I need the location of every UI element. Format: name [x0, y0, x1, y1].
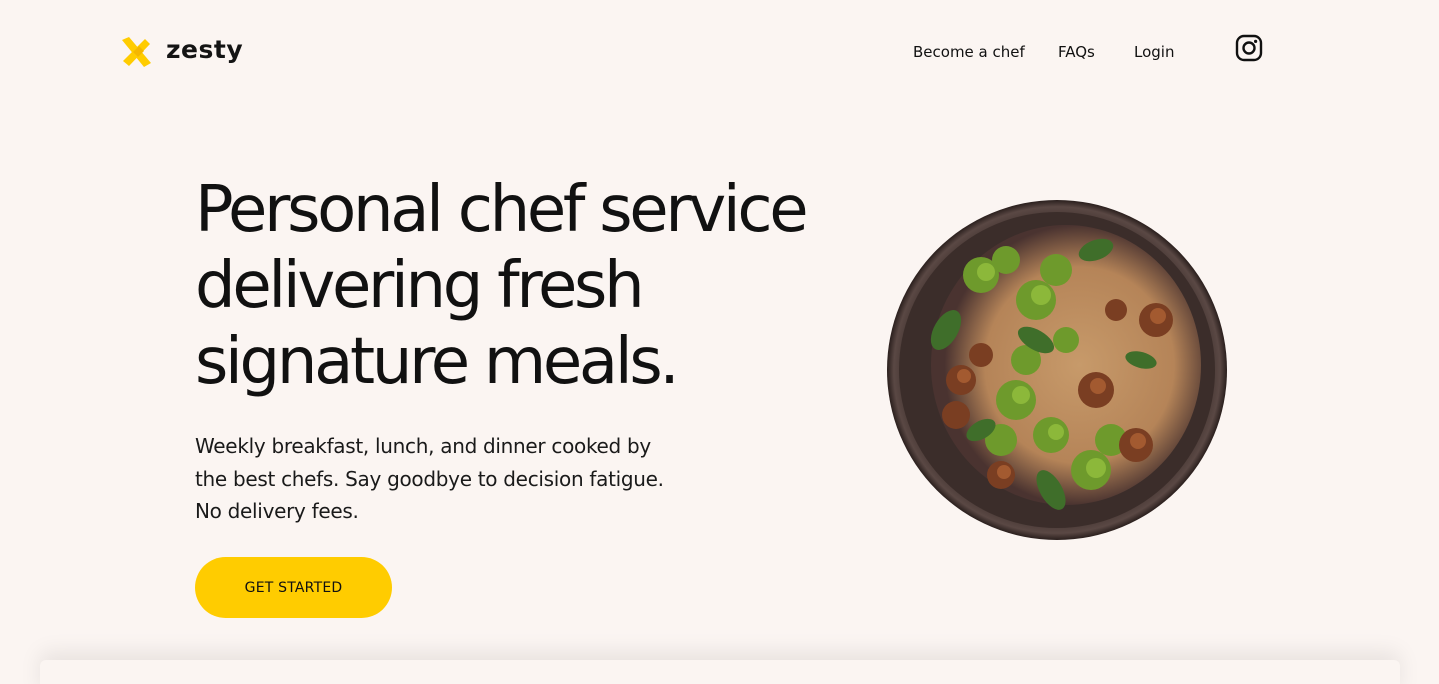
- brand-logo[interactable]: zesty: [119, 34, 243, 70]
- hero-subtitle-line: No delivery fees.: [195, 499, 359, 523]
- hero-title-line: Personal chef service: [195, 173, 809, 247]
- top-nav: zesty Become a chef FAQs Login: [0, 0, 1439, 100]
- hero-title-line: delivering fresh: [195, 249, 645, 323]
- hero-subtitle: Weekly breakfast, lunch, and dinner cook…: [195, 430, 695, 528]
- get-started-button[interactable]: GET STARTED: [195, 557, 392, 618]
- nav-faqs[interactable]: FAQs: [1058, 43, 1095, 61]
- hero-subtitle-line: the best chefs. Say goodbye to decision …: [195, 466, 664, 491]
- food-bowl-image: [886, 200, 1228, 541]
- hero-title-line: signature meals.: [195, 325, 680, 399]
- instagram-icon[interactable]: [1235, 34, 1263, 62]
- zesty-x-logo-icon: [119, 35, 153, 69]
- hero-title: Personal chef service delivering fresh s…: [195, 172, 835, 400]
- nav-login[interactable]: Login: [1134, 43, 1174, 61]
- nav-become-a-chef[interactable]: Become a chef: [913, 43, 1025, 61]
- brand-name: zesty: [166, 34, 244, 64]
- next-section-edge: [40, 660, 1400, 684]
- hero-subtitle-line: Weekly breakfast, lunch, and dinner cook…: [195, 434, 651, 458]
